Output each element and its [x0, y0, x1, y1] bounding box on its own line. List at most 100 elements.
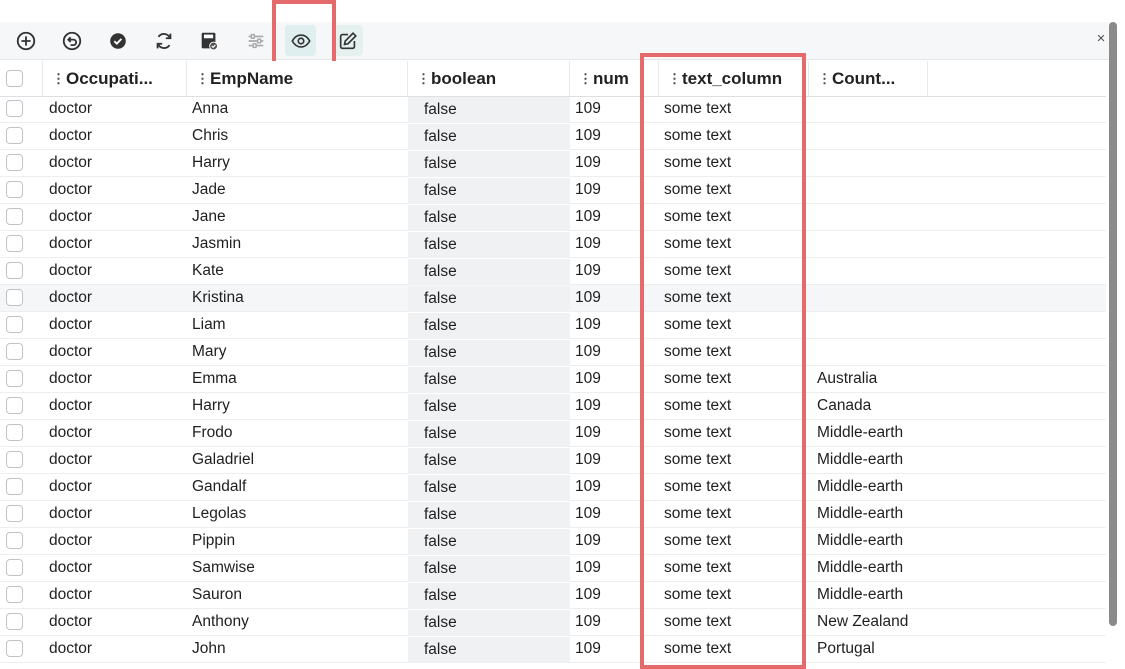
cell-text-column[interactable]: some text [664, 501, 804, 527]
cell-occupation[interactable]: doctor [49, 123, 184, 149]
cell-num[interactable]: 109 [575, 123, 655, 149]
row-checkbox[interactable] [6, 532, 23, 549]
cell-boolean[interactable]: false [408, 502, 570, 528]
cell-occupation[interactable]: doctor [49, 231, 184, 257]
cell-country[interactable] [817, 312, 932, 338]
cell-text-column[interactable]: some text [664, 177, 804, 203]
cell-num[interactable]: 109 [575, 393, 655, 419]
row-checkbox[interactable] [6, 370, 23, 387]
cell-occupation[interactable]: doctor [49, 420, 184, 446]
cell-occupation[interactable]: doctor [49, 150, 184, 176]
cell-text-column[interactable]: some text [664, 474, 804, 500]
header-empname[interactable]: ⋮ EmpName [187, 61, 408, 96]
drag-handle-icon[interactable]: ⋮ [668, 71, 681, 87]
cell-occupation[interactable]: doctor [49, 312, 184, 338]
cell-text-column[interactable]: some text [664, 609, 804, 635]
table-row[interactable]: doctor Kristina false 109 some text [0, 285, 1106, 312]
row-checkbox[interactable] [6, 235, 23, 252]
cell-country[interactable]: Portugal [817, 636, 932, 662]
cell-boolean[interactable]: false [408, 529, 570, 555]
cell-empname[interactable]: Jane [192, 204, 402, 230]
cell-occupation[interactable]: doctor [49, 636, 184, 662]
table-row[interactable]: doctor Pippin false 109 some text Middle-eart… [0, 528, 1106, 555]
drag-handle-icon[interactable]: ⋮ [196, 71, 209, 87]
cell-country[interactable] [817, 204, 932, 230]
row-checkbox[interactable] [6, 613, 23, 630]
cell-boolean[interactable]: false [408, 637, 570, 663]
cell-text-column[interactable]: some text [664, 150, 804, 176]
row-checkbox[interactable] [6, 289, 23, 306]
cell-empname[interactable]: Liam [192, 312, 402, 338]
table-row[interactable]: doctor Anthony false 109 some text New Zealan… [0, 609, 1106, 636]
cell-num[interactable]: 109 [575, 204, 655, 230]
row-checkbox[interactable] [6, 316, 23, 333]
cell-num[interactable]: 109 [575, 555, 655, 581]
cell-text-column[interactable]: some text [664, 258, 804, 284]
cell-occupation[interactable]: doctor [49, 204, 184, 230]
row-checkbox[interactable] [6, 586, 23, 603]
view-button[interactable] [285, 25, 316, 56]
cell-boolean[interactable]: false [408, 286, 570, 312]
table-row[interactable]: doctor Anna false 109 some text [0, 96, 1106, 123]
settings-button[interactable] [240, 25, 271, 56]
cell-boolean[interactable]: false [408, 313, 570, 339]
cell-country[interactable]: Middle-earth [817, 555, 932, 581]
cell-text-column[interactable]: some text [664, 204, 804, 230]
select-all-checkbox[interactable] [6, 70, 23, 87]
row-checkbox[interactable] [6, 100, 23, 117]
drag-handle-icon[interactable]: ⋮ [579, 71, 592, 87]
table-row[interactable]: doctor Sauron false 109 some text Middle-eart… [0, 582, 1106, 609]
cell-occupation[interactable]: doctor [49, 582, 184, 608]
cell-occupation[interactable]: doctor [49, 177, 184, 203]
save-button[interactable] [193, 25, 224, 56]
row-checkbox[interactable] [6, 208, 23, 225]
cell-text-column[interactable]: some text [664, 582, 804, 608]
cell-boolean[interactable]: false [408, 394, 570, 420]
header-num[interactable]: ⋮ num [570, 61, 659, 96]
cell-empname[interactable]: John [192, 636, 402, 662]
cell-num[interactable]: 109 [575, 312, 655, 338]
table-row[interactable]: doctor Mary false 109 some text [0, 339, 1106, 366]
table-row[interactable]: doctor Gandalf false 109 some text Middle-ear… [0, 474, 1106, 501]
cell-num[interactable]: 109 [575, 636, 655, 662]
cell-boolean[interactable]: false [408, 421, 570, 447]
cell-occupation[interactable]: doctor [49, 474, 184, 500]
cell-empname[interactable]: Anna [192, 96, 402, 122]
cell-text-column[interactable]: some text [664, 636, 804, 662]
row-checkbox[interactable] [6, 154, 23, 171]
cell-boolean[interactable]: false [408, 151, 570, 177]
cell-country[interactable] [817, 150, 932, 176]
add-row-button[interactable] [10, 25, 41, 56]
cell-country[interactable]: Middle-earth [817, 420, 932, 446]
cell-empname[interactable]: Kate [192, 258, 402, 284]
table-row[interactable]: doctor Liam false 109 some text [0, 312, 1106, 339]
cell-text-column[interactable]: some text [664, 339, 804, 365]
cell-num[interactable]: 109 [575, 420, 655, 446]
row-checkbox[interactable] [6, 424, 23, 441]
cell-country[interactable]: New Zealand [817, 609, 932, 635]
cell-empname[interactable]: Anthony [192, 609, 402, 635]
cell-num[interactable]: 109 [575, 528, 655, 554]
cell-country[interactable]: Middle-earth [817, 582, 932, 608]
cell-empname[interactable]: Harry [192, 393, 402, 419]
table-row[interactable]: doctor Frodo false 109 some text Middle-earth [0, 420, 1106, 447]
cell-boolean[interactable]: false [408, 232, 570, 258]
cell-occupation[interactable]: doctor [49, 393, 184, 419]
table-row[interactable]: doctor Galadriel false 109 some text Middle-e… [0, 447, 1106, 474]
cell-text-column[interactable]: some text [664, 393, 804, 419]
table-row[interactable]: doctor Harry false 109 some text [0, 150, 1106, 177]
cell-country[interactable] [817, 258, 932, 284]
cell-occupation[interactable]: doctor [49, 285, 184, 311]
cell-num[interactable]: 109 [575, 582, 655, 608]
cell-country[interactable] [817, 339, 932, 365]
cell-boolean[interactable]: false [408, 367, 570, 393]
row-checkbox[interactable] [6, 181, 23, 198]
table-row[interactable]: doctor Emma false 109 some text Australia [0, 366, 1106, 393]
cell-num[interactable]: 109 [575, 366, 655, 392]
cell-boolean[interactable]: false [408, 340, 570, 366]
cell-empname[interactable]: Chris [192, 123, 402, 149]
cell-empname[interactable]: Legolas [192, 501, 402, 527]
cell-boolean[interactable]: false [408, 556, 570, 582]
table-row[interactable]: doctor John false 109 some text Portugal [0, 636, 1106, 663]
cell-boolean[interactable]: false [408, 178, 570, 204]
